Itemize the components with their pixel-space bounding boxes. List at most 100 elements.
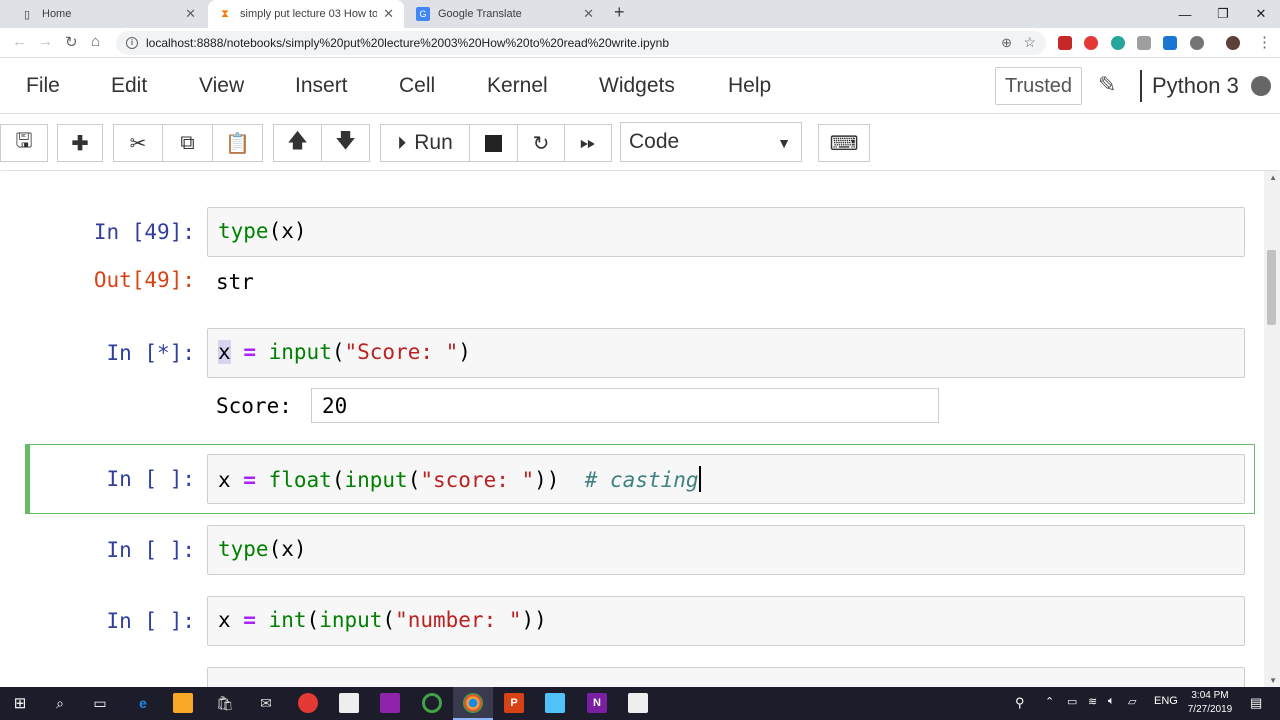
tab-title: Google Translate <box>438 8 522 20</box>
file-explorer-icon[interactable] <box>173 693 193 713</box>
message-icon[interactable]: ▱ <box>1128 695 1136 708</box>
battery-icon[interactable]: ▭ <box>1067 695 1077 708</box>
clock[interactable]: 3:04 PM 7/27/2019 <box>1182 689 1238 717</box>
edge-icon[interactable]: e <box>133 693 153 713</box>
app-icon[interactable] <box>422 693 442 713</box>
menu-kebab-icon[interactable]: ⋮ <box>1257 33 1272 51</box>
adblock-icon[interactable] <box>1084 36 1098 50</box>
volume-icon[interactable]: 🔈︎ <box>1108 695 1115 708</box>
chrome-icon[interactable] <box>463 693 483 713</box>
kernel-status-indicator <box>1251 76 1271 96</box>
search-icon[interactable]: ⌕ <box>50 693 70 713</box>
browser-tab-translate[interactable]: G Google Translate ✕ <box>406 0 604 28</box>
url-input[interactable]: i localhost:8888/notebooks/simply%20put%… <box>116 31 1046 55</box>
close-window-icon[interactable]: ✕ <box>1242 0 1280 28</box>
code-cell-input[interactable]: x = input("Score: ") <box>207 328 1245 378</box>
close-icon[interactable]: ✕ <box>583 6 594 22</box>
move-up-button[interactable]: 🡅 <box>273 124 322 162</box>
scrollbar[interactable] <box>1264 171 1280 687</box>
store-icon[interactable]: 🛍 <box>215 693 235 713</box>
maximize-icon[interactable]: ❐ <box>1204 0 1242 28</box>
cell-type-value: Code <box>629 130 680 153</box>
windows-start-icon[interactable]: ⊞ <box>10 693 30 713</box>
reload-icon[interactable]: ↻ <box>65 33 78 51</box>
zoom-icon[interactable]: ⊕ <box>1001 35 1012 51</box>
code-cell-input[interactable]: type(x) <box>207 207 1245 257</box>
insert-cell-button[interactable]: ✚ <box>57 124 103 162</box>
notepad-icon[interactable] <box>339 693 359 713</box>
stdin-input[interactable]: 20 <box>311 388 939 423</box>
cut-button[interactable]: ✂ <box>113 124 163 162</box>
comment-text: casting <box>597 468 699 492</box>
extension-icon[interactable] <box>1137 36 1151 50</box>
code-cell-input[interactable]: type(x) <box>207 525 1245 575</box>
bookmark-star-icon[interactable]: ☆ <box>1023 34 1036 51</box>
browser-tab-home[interactable]: ▯ Home ✕ <box>10 0 206 28</box>
menu-file[interactable]: File <box>26 74 60 98</box>
extension-icon[interactable] <box>1190 36 1204 50</box>
back-icon[interactable]: ← <box>12 33 27 50</box>
menu-kernel[interactable]: Kernel <box>487 74 548 98</box>
forward-icon[interactable]: → <box>38 33 53 50</box>
move-down-button[interactable]: 🡇 <box>321 124 370 162</box>
people-icon[interactable]: ⚲ <box>1015 695 1025 711</box>
mail-icon[interactable]: ✉ <box>256 693 276 713</box>
output-prompt: Out[49]: <box>93 268 195 292</box>
chevron-up-icon[interactable]: ⌃ <box>1045 695 1054 708</box>
browser-tab-strip: ▯ Home ✕ ⧗ simply put lecture 03 How to … <box>0 0 1280 28</box>
code-cell-input[interactable]: x = int(input("number: ")) <box>207 596 1245 646</box>
info-icon[interactable]: i <box>126 37 138 49</box>
new-tab-button[interactable]: + <box>614 2 625 23</box>
scrollbar-thumb[interactable] <box>1267 250 1276 325</box>
menu-help[interactable]: Help <box>728 74 771 98</box>
copy-button[interactable]: ⧉ <box>162 124 213 162</box>
restart-run-all-button[interactable]: ⏩︎ <box>564 124 612 162</box>
menu-insert[interactable]: Insert <box>295 74 348 98</box>
profile-avatar[interactable] <box>1226 36 1240 50</box>
scissors-icon: ✂ <box>129 132 147 155</box>
app-icon[interactable] <box>628 693 648 713</box>
language-indicator[interactable]: ENG <box>1154 695 1178 707</box>
app-icon[interactable] <box>545 693 565 713</box>
menu-edit[interactable]: Edit <box>111 74 147 98</box>
cell-type-select[interactable]: Code ▼ <box>620 122 802 162</box>
command-palette-button[interactable]: ⌨ <box>818 124 870 162</box>
menu-widgets[interactable]: Widgets <box>599 74 675 98</box>
scroll-up-icon[interactable]: ▲ <box>1269 173 1277 182</box>
browser-tab-notebook[interactable]: ⧗ simply put lecture 03 How to rea ✕ <box>208 0 404 28</box>
minimize-icon[interactable]: — <box>1166 0 1204 28</box>
interrupt-button[interactable] <box>469 124 518 162</box>
wifi-icon[interactable]: ≋ <box>1088 695 1097 708</box>
opera-icon[interactable] <box>298 693 318 713</box>
edit-pencil-icon[interactable]: ✎ <box>1098 72 1116 98</box>
kernel-name[interactable]: Python 3 <box>1152 73 1239 99</box>
powerpoint-icon[interactable]: P <box>504 693 524 713</box>
menu-cell[interactable]: Cell <box>399 74 435 98</box>
plus-icon: ✚ <box>71 132 89 155</box>
trusted-indicator[interactable]: Trusted <box>995 67 1082 105</box>
jupyter-menubar: File Edit View Insert Cell Kernel Widget… <box>0 58 1280 114</box>
close-icon[interactable]: ✕ <box>383 6 394 22</box>
scroll-down-icon[interactable]: ▼ <box>1269 676 1277 685</box>
chevron-down-icon: ▼ <box>777 135 791 151</box>
input-prompt: In [*]: <box>106 341 195 365</box>
paste-button[interactable]: 📋 <box>212 124 263 162</box>
code-cell-input[interactable]: x = float(input("score: ")) # casting <box>207 454 1245 504</box>
extension-icon[interactable] <box>1163 36 1177 50</box>
run-button[interactable]: ⏵︎ Run <box>380 124 470 162</box>
grammarly-icon[interactable] <box>1111 36 1125 50</box>
menu-view[interactable]: View <box>199 74 244 98</box>
save-button[interactable]: 🖫 <box>0 124 48 162</box>
notifications-icon[interactable]: ▤ <box>1250 695 1262 711</box>
step-forward-icon: ⏵︎ <box>397 132 407 153</box>
onenote-icon[interactable]: N <box>587 693 607 713</box>
extension-icon[interactable] <box>1058 36 1072 50</box>
home-icon[interactable]: ⌂ <box>91 33 100 50</box>
close-icon[interactable]: ✕ <box>185 6 196 22</box>
restart-button[interactable]: ↻ <box>517 124 565 162</box>
task-view-icon[interactable]: ▭ <box>90 693 110 713</box>
tab-title: Home <box>42 8 72 20</box>
divider <box>1140 70 1142 102</box>
stdin-prompt-label: Score: <box>216 394 292 418</box>
app-icon[interactable] <box>380 693 400 713</box>
